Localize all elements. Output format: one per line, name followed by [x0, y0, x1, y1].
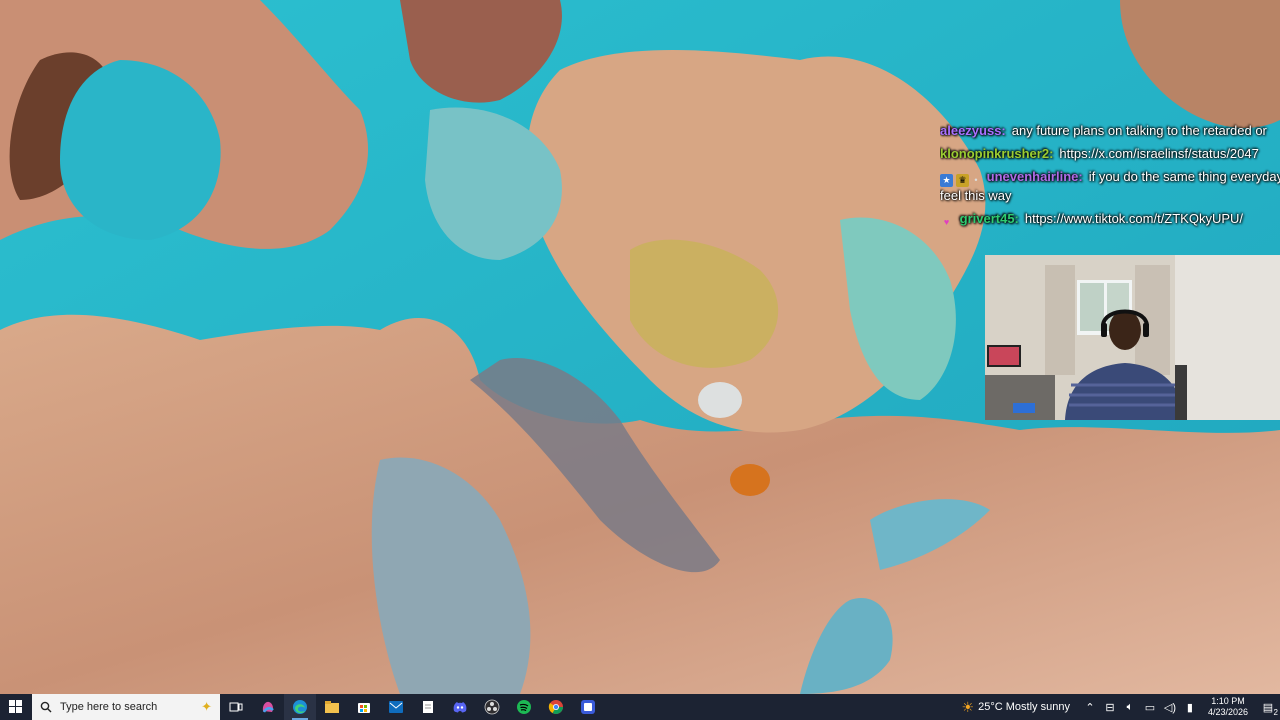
notification-count: 2	[1273, 708, 1278, 717]
outlook-icon	[389, 701, 403, 713]
windows-logo-icon	[9, 700, 22, 713]
heart-badge-icon: ♥	[943, 217, 950, 227]
volume-icon: ◁)	[1163, 701, 1177, 714]
webcam-feed	[985, 255, 1280, 420]
file-explorer-button[interactable]	[316, 694, 348, 720]
notepad-button[interactable]	[412, 694, 444, 720]
show-hidden-icons-button[interactable]: ⌃	[1082, 699, 1098, 715]
network-icon: ▭	[1144, 701, 1156, 714]
discord-button[interactable]	[444, 694, 476, 720]
obs-icon	[484, 699, 500, 715]
chat-username: grivert45:	[959, 211, 1019, 226]
speaker-button[interactable]: ◁)	[1162, 699, 1178, 715]
chrome-button[interactable]	[540, 694, 572, 720]
windows-taskbar: Type here to search ✦ ☀ 25°C Mostly sunn…	[0, 694, 1280, 720]
store-button[interactable]	[348, 694, 380, 720]
chevron-up-icon: ⌃	[1085, 701, 1095, 714]
file-explorer-icon	[325, 701, 339, 713]
clock-time: 1:10 PM	[1211, 696, 1245, 706]
notification-icon: ▤	[1262, 701, 1274, 714]
search-placeholder: Type here to search	[60, 701, 158, 713]
store-icon	[358, 703, 370, 713]
edge-icon	[293, 700, 307, 714]
tray-app-button[interactable]: ⊟	[1102, 699, 1118, 715]
badge-c-icon: •	[974, 175, 978, 185]
search-icon	[40, 701, 52, 713]
chat-message: aleezyuss: any future plans on talking to…	[940, 122, 1280, 140]
weather-text: Mostly sunny	[1005, 701, 1070, 713]
chat-text: https://x.com/israelinsf/status/2047	[1059, 146, 1259, 161]
network-button[interactable]: ▭	[1142, 699, 1158, 715]
microphone-icon: ▮	[1186, 701, 1193, 714]
chat-text: https://www.tiktok.com/t/ZTKQkyUPU/	[1024, 211, 1244, 226]
chat-text: any future plans on talking to the retar…	[1011, 123, 1267, 138]
discord-icon	[453, 702, 467, 713]
system-tray: ☀ 25°C Mostly sunny ⌃ ⊟ 🔈︎ ▭ ◁) ▮ 1:10 P…	[962, 694, 1280, 720]
sun-icon: ☀	[961, 698, 975, 715]
notifications-button[interactable]: ▤ 2	[1258, 699, 1278, 718]
weather-widget[interactable]: ☀ 25°C Mostly sunny	[962, 699, 1070, 716]
spotify-icon	[517, 700, 531, 714]
copilot-icon	[262, 701, 274, 713]
task-view-button[interactable]	[220, 694, 252, 720]
outlook-button[interactable]	[380, 694, 412, 720]
microphone-button[interactable]: ▮	[1182, 699, 1198, 715]
weather-temp: 25°C	[978, 701, 1003, 713]
badge-a-icon: ★	[940, 174, 953, 187]
chat-message: ★ ♛ • unevenhairline: if you do the same th…	[940, 168, 1280, 205]
stream-chat-overlay: aleezyuss: any future plans on talking to…	[940, 122, 1280, 234]
chat-message: klonopinkrusher2: https://x.com/israelins…	[940, 145, 1280, 163]
spotify-button[interactable]	[508, 694, 540, 720]
chat-username: aleezyuss:	[940, 123, 1006, 138]
app-icon	[581, 700, 595, 714]
webcam-overlay	[985, 255, 1280, 420]
speaker-icon: 🔈︎	[1126, 700, 1134, 713]
chat-username: klonopinkrusher2:	[940, 146, 1054, 161]
obs-button[interactable]	[476, 694, 508, 720]
search-highlight-icon: ✦	[201, 699, 212, 714]
start-button[interactable]	[0, 694, 32, 720]
tray-app-icon: ⊟	[1105, 701, 1115, 714]
volume-button[interactable]: 🔈︎	[1122, 699, 1138, 715]
chrome-icon	[548, 700, 563, 714]
notepad-icon	[423, 701, 433, 713]
clock-date: 4/23/2026	[1207, 707, 1248, 717]
taskbar-search-box[interactable]: Type here to search ✦	[32, 694, 220, 720]
badge-b-icon: ♛	[956, 174, 969, 187]
app-button[interactable]	[572, 694, 604, 720]
copilot-button[interactable]	[252, 694, 284, 720]
chat-message: ♥ grivert45: https://www.tiktok.com/t/ZTK…	[940, 210, 1280, 229]
task-view-icon	[229, 702, 243, 712]
clock[interactable]: 1:10 PM 4/23/2026	[1208, 696, 1248, 718]
edge-button[interactable]	[284, 694, 316, 720]
chat-username: unevenhairline:	[986, 169, 1083, 184]
